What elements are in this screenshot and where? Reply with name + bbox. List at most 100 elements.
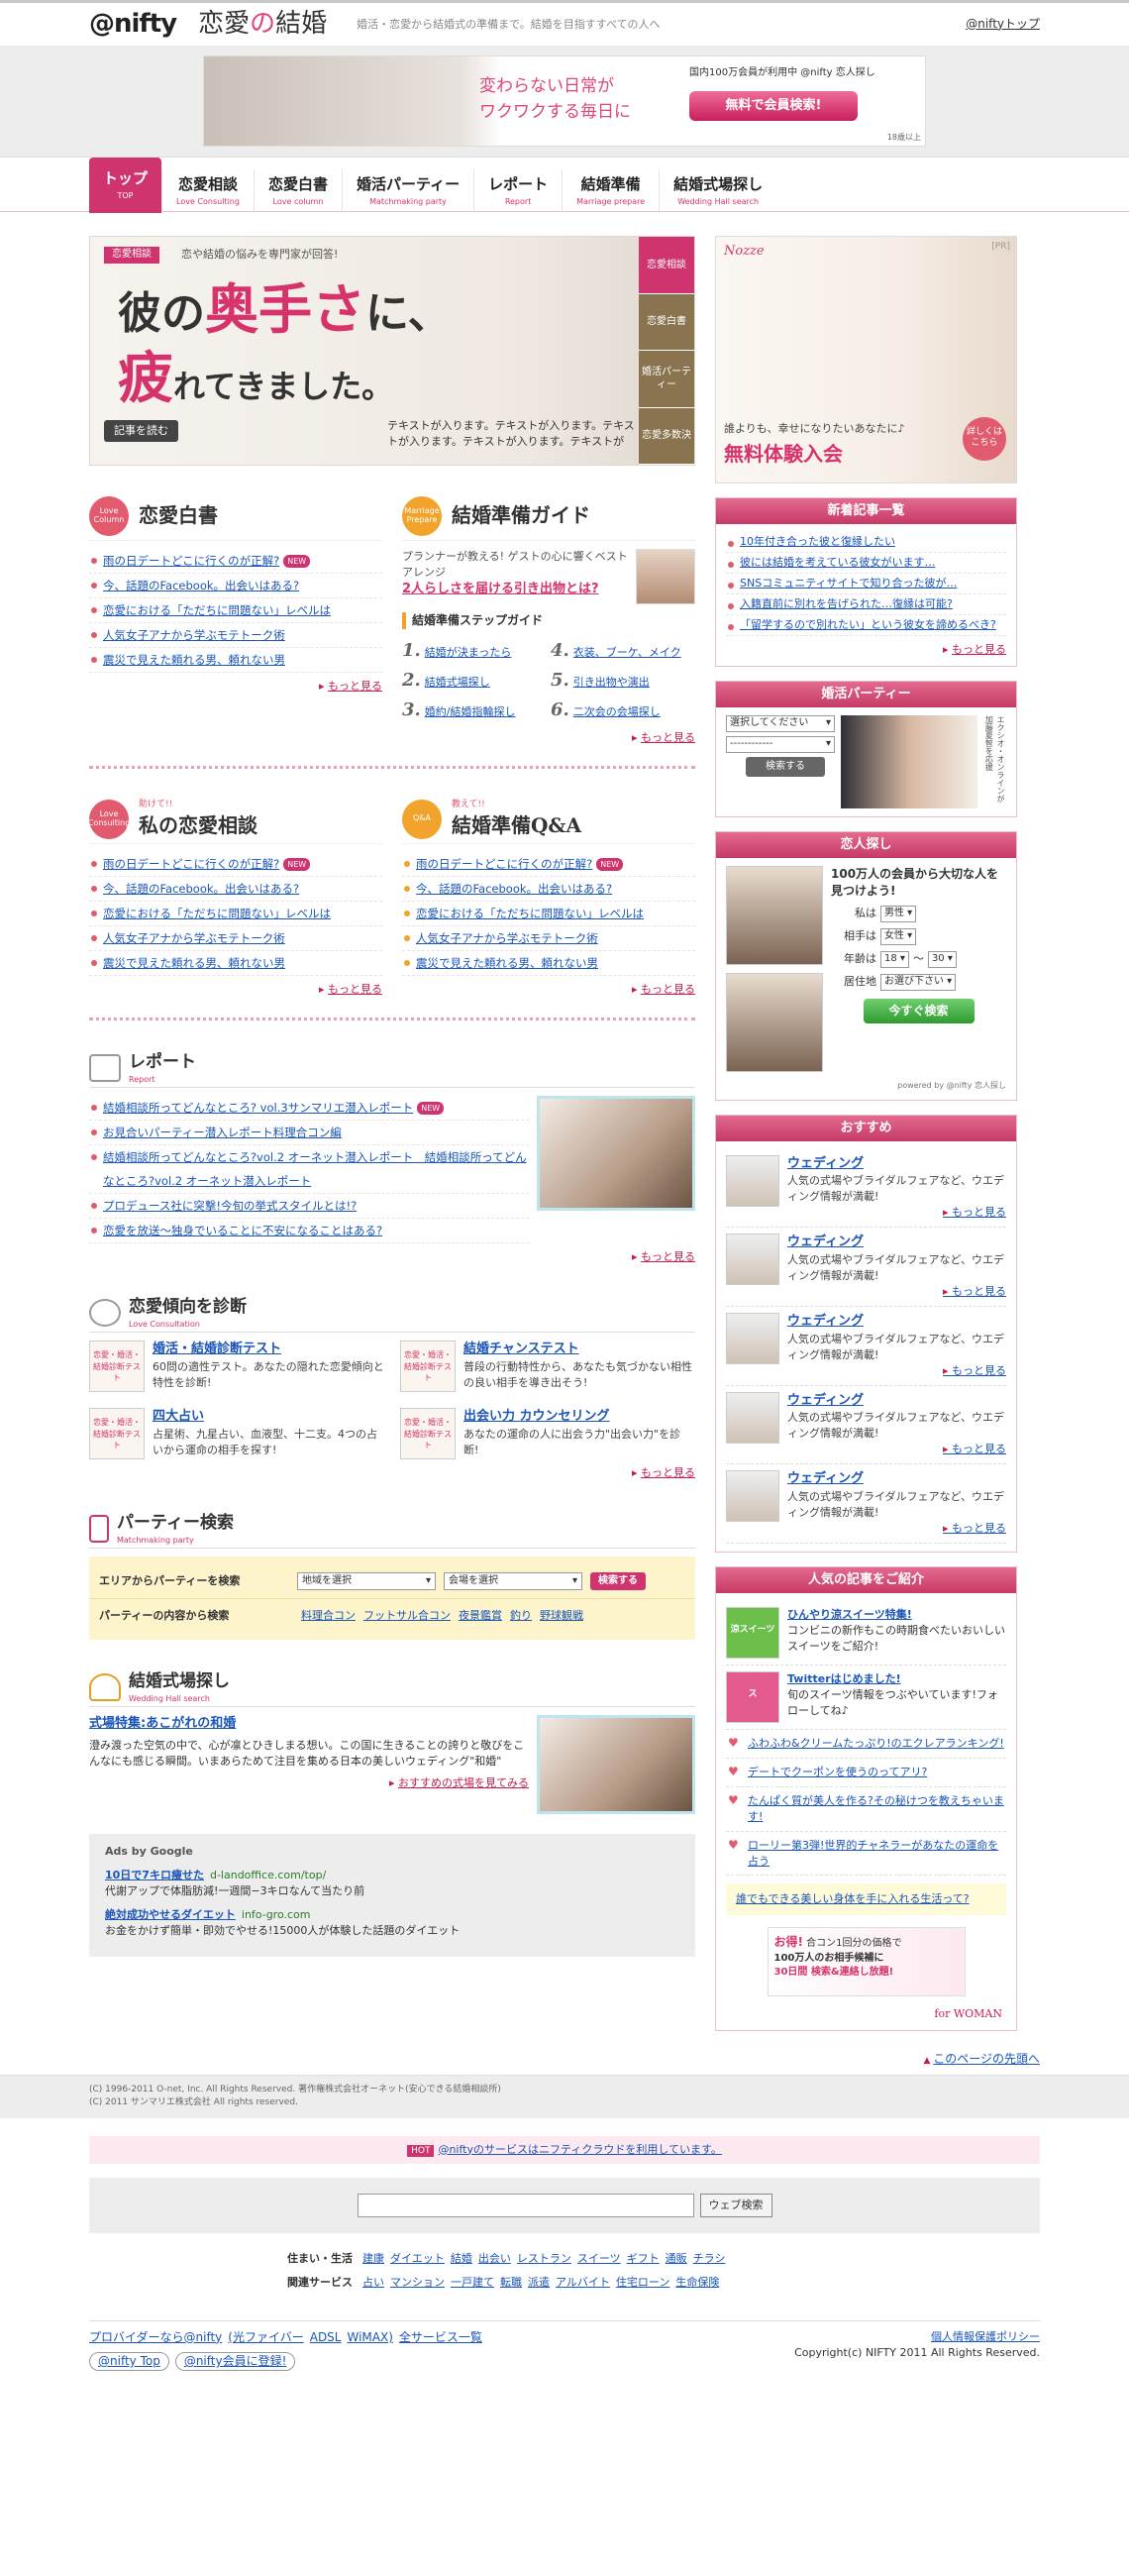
hero-side-tab[interactable]: 婚活パーティー: [639, 351, 694, 408]
list-item-link[interactable]: 人気女子アナから学ぶモテトーク術: [103, 628, 285, 642]
ad-title[interactable]: 10日で7キロ痩せた: [105, 1869, 204, 1881]
ad-item[interactable]: 絶対成功やせるダイエット info-gro.com お金をかけず簡単・即効でやせる!…: [105, 1907, 679, 1939]
footer-link[interactable]: 通販: [666, 2252, 687, 2265]
step-item[interactable]: 4. 衣装、ブーケ、メイク: [551, 639, 695, 665]
list-item[interactable]: 結婚相談所ってどんなところ?vol.2 オーネット潜入レポート 結婚相談所ってど…: [89, 1145, 529, 1195]
hero-feature[interactable]: 恋愛相談 恋や結婚の悩みを専門家が回答! 彼の奥手さに、 疲れてきました。 記事を…: [89, 236, 695, 466]
party-tag-link[interactable]: 野球観戦: [540, 1609, 583, 1622]
footer-link[interactable]: 転職: [500, 2276, 522, 2289]
hall-feature-link[interactable]: 式場特集:あこがれの和婚: [89, 1715, 529, 1734]
recommend-title[interactable]: ウェディング: [787, 1470, 1006, 1489]
age-min-select[interactable]: 18 ▾: [880, 950, 909, 968]
step-item[interactable]: 2. 結婚式場探し: [402, 669, 547, 695]
region-select[interactable]: 地域を選択 ▾: [297, 1572, 436, 1591]
provider-link[interactable]: ADSL: [310, 2330, 342, 2344]
footer-link[interactable]: レストラン: [517, 2252, 571, 2265]
list-item-link[interactable]: 今、話題のFacebook。出会いはある?: [416, 882, 612, 896]
hero-side-tab[interactable]: 恋愛相談: [639, 237, 694, 294]
hero-side-tab[interactable]: 恋愛多数決: [639, 407, 694, 465]
footer-link[interactable]: 派遣: [528, 2276, 550, 2289]
report-thumbnail[interactable]: [537, 1096, 695, 1212]
more-link[interactable]: もっと見る: [641, 731, 695, 744]
recommend-item[interactable]: ウェディング人気の式場やブライダルフェアなど、ウエディング情報が満載!もっと見る: [726, 1464, 1006, 1544]
recommend-item[interactable]: ウェディング人気の式場やブライダルフェアなど、ウエディング情報が満載!もっと見る: [726, 1386, 1006, 1465]
popular-item[interactable]: 涼スイーツ ひんやり涼スイーツ特集! コンビニの新作もこの時期食べたいおいしいスイー…: [726, 1601, 1006, 1665]
step-item[interactable]: 6. 二次会の会場探し: [551, 698, 695, 724]
partner-gender-select[interactable]: 女性 ▾: [880, 927, 917, 945]
more-link[interactable]: もっと見る: [328, 680, 382, 693]
privacy-policy-link[interactable]: 個人情報保護ポリシー: [794, 2329, 1040, 2345]
list-item-link[interactable]: 「留学するので別れたい」という彼女を諦めるべき?: [740, 618, 996, 631]
list-item[interactable]: プロデュース社に突撃!今旬の挙式スタイルとは!?: [89, 1194, 529, 1220]
more-link[interactable]: もっと見る: [641, 1466, 695, 1479]
footer-link[interactable]: ダイエット: [390, 2252, 445, 2265]
provider-link[interactable]: (光ファイバー: [228, 2330, 303, 2344]
diagnosis-item[interactable]: 恋愛・婚活・結婚診断テスト 出会い力 カウンセリング あなたの運命の人に出会う力"出…: [400, 1408, 695, 1460]
party-tag-link[interactable]: フットサル合コン: [363, 1609, 451, 1622]
list-item-link[interactable]: 10年付き合った彼と復縁したい: [740, 535, 895, 548]
footer-link[interactable]: アルバイト: [556, 2276, 610, 2289]
footer-link[interactable]: 一戸建て: [451, 2276, 494, 2289]
footer-link[interactable]: 住宅ローン: [616, 2276, 669, 2289]
footer-link[interactable]: 建康: [362, 2252, 384, 2265]
guide-feature-link[interactable]: 2人らしさを届ける引き出物とは?: [402, 581, 630, 599]
list-item[interactable]: 今、話題のFacebook。出会いはある?: [402, 877, 695, 903]
footer-link[interactable]: チラシ: [693, 2252, 726, 2265]
list-item-link[interactable]: 雨の日デートどこに行くのが正解?: [103, 857, 279, 871]
footer-link[interactable]: 結婚: [451, 2252, 472, 2265]
list-item[interactable]: 人気女子アナから学ぶモテトーク術: [89, 926, 382, 952]
nifty-register-pill[interactable]: @nifty会員に登録!: [174, 2352, 296, 2372]
lover-search-banner[interactable]: お得! 合コン1回分の価格で 100万人のお相手候補に 30日間 検索&連絡し放…: [767, 1927, 966, 1997]
nifty-top-pill[interactable]: @nifty Top: [89, 2352, 169, 2372]
hall-thumbnail[interactable]: [537, 1715, 695, 1815]
list-item-link[interactable]: 人気女子アナから学ぶモテトーク術: [103, 931, 285, 945]
diagnosis-title[interactable]: 四大占い: [153, 1408, 384, 1427]
popular-link[interactable]: ふわふわ&クリームたっぷり!のエクレアランキング!: [748, 1737, 1004, 1750]
list-item-link[interactable]: 恋愛における「ただちに問題ない」レベルは: [103, 603, 331, 617]
diagnosis-title[interactable]: 婚活・結婚診断テスト: [153, 1341, 384, 1359]
more-link[interactable]: もっと見る: [641, 983, 695, 996]
popular-link[interactable]: ローリー第3弾!世界的チャネラーがあなたの運命を占う: [748, 1839, 998, 1868]
list-item-link[interactable]: 人気女子アナから学ぶモテトーク術: [416, 931, 598, 945]
list-item[interactable]: 雨の日デートどこに行くのが正解? NEW: [89, 549, 382, 574]
party-tag-link[interactable]: 料理合コン: [301, 1609, 356, 1622]
list-item-link[interactable]: 震災で見えた頼れる男、頼れない男: [416, 956, 598, 970]
list-item-link[interactable]: 雨の日デートどこに行くのが正解?: [416, 857, 592, 871]
banner-ad[interactable]: 変わらない日常が ワクワクする毎日に 国内100万会員が利用中 @nifty 恋人…: [203, 55, 926, 147]
step-item[interactable]: 5. 引き出物や演出: [551, 669, 695, 695]
list-item[interactable]: 人気女子アナから学ぶモテトーク術: [89, 623, 382, 648]
popular-link-item[interactable]: ふわふわ&クリームたっぷり!のエクレアランキング!: [726, 1730, 1006, 1759]
more-link[interactable]: もっと見る: [787, 1284, 1006, 1300]
footer-link[interactable]: ギフト: [627, 2252, 660, 2265]
nav-tab-5[interactable]: 結婚準備 Marriage prepare: [562, 169, 659, 213]
step-item[interactable]: 3. 婚約/結婚指輪探し: [402, 698, 547, 724]
list-item[interactable]: 震災で見えた頼れる男、頼れない男: [89, 951, 382, 977]
popular-link[interactable]: デートでクーポンを使うのってアリ?: [748, 1766, 927, 1778]
list-item-link[interactable]: 雨の日デートどこに行くのが正解?: [103, 554, 279, 568]
step-link[interactable]: 引き出物や演出: [573, 676, 650, 689]
step-link[interactable]: 婚約/結婚指輪探し: [425, 705, 516, 718]
popular-title[interactable]: ひんやり涼スイーツ特集!: [787, 1607, 1006, 1623]
provider-link[interactable]: 全サービス一覧: [399, 2330, 482, 2344]
list-item[interactable]: 結婚相談所ってどんなところ? vol.3サンマリエ潜入レポート NEW: [89, 1096, 529, 1122]
list-item[interactable]: 恋愛における「ただちに問題ない」レベルは: [402, 902, 695, 927]
nifty-top-link[interactable]: @niftyトップ: [966, 16, 1040, 33]
party-select-1[interactable]: 選択してください ▾: [726, 714, 835, 732]
list-item[interactable]: 「留学するので別れたい」という彼女を諦めるべき?: [726, 615, 1006, 636]
nifty-logo[interactable]: @nifty: [89, 6, 177, 44]
list-item[interactable]: 人気女子アナから学ぶモテトーク術: [402, 926, 695, 952]
nav-tab-2[interactable]: 恋愛白書 Love column: [253, 169, 342, 213]
list-item[interactable]: 今、話題のFacebook。出会いはある?: [89, 877, 382, 903]
list-item-link[interactable]: 結婚相談所ってどんなところ? vol.3サンマリエ潜入レポート: [103, 1101, 413, 1115]
nav-tab-4[interactable]: レポート Report: [473, 169, 562, 213]
provider-link[interactable]: WiMAX): [348, 2330, 393, 2344]
party-search-button[interactable]: 検索する: [590, 1571, 646, 1591]
party-select-2[interactable]: ------------ ▾: [726, 735, 835, 753]
popular-link-item[interactable]: ローリー第3弾!世界的チャネラーがあなたの運命を占う: [726, 1832, 1006, 1877]
popular-link-item[interactable]: デートでクーポンを使うのってアリ?: [726, 1759, 1006, 1787]
recommend-title[interactable]: ウェディング: [787, 1155, 1006, 1174]
nav-tab-3[interactable]: 婚活パーティー Matchmaking party: [341, 169, 473, 213]
popular-link[interactable]: たんぱく質が美人を作る?その秘けつを教えちゃいます!: [748, 1794, 1004, 1823]
recommend-title[interactable]: ウェディング: [787, 1313, 1006, 1332]
diagnosis-item[interactable]: 恋愛・婚活・結婚診断テスト 婚活・結婚診断テスト 60問の適性テスト。あなたの隠れた…: [89, 1341, 384, 1393]
